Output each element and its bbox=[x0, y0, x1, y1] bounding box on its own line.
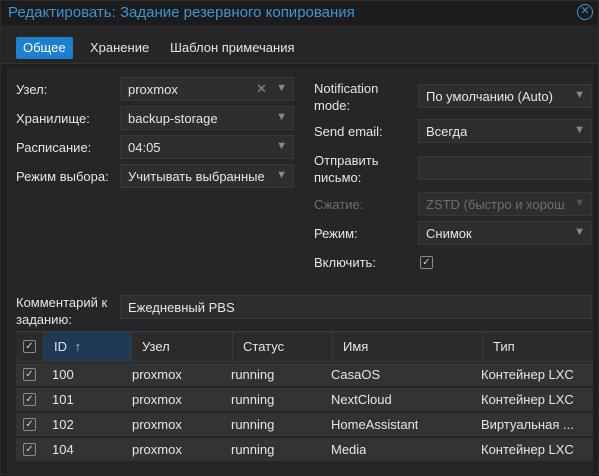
table-row[interactable]: ✓ 104 proxmox running Media Контейнер LX… bbox=[16, 438, 593, 462]
storage-label: Хранилище: bbox=[16, 111, 90, 126]
column-id-label: ID bbox=[54, 339, 67, 354]
row-checkbox[interactable]: ✓ bbox=[23, 443, 36, 456]
sort-asc-icon: ↑ bbox=[74, 339, 82, 354]
select-all-cell: ✓ bbox=[16, 332, 44, 361]
chevron-down-icon[interactable]: ▼ bbox=[276, 169, 287, 181]
row-id: 104 bbox=[52, 442, 74, 457]
close-icon[interactable]: ✕ bbox=[577, 4, 593, 20]
guest-grid: ✓ ID ↑ Узел Статус Имя Тип ✓ 100 proxmox… bbox=[16, 331, 593, 476]
send-email-value: Всегда bbox=[426, 124, 468, 139]
row-status: running bbox=[231, 442, 275, 457]
notification-mode-combo[interactable]: По умолчанию (Auto) ▼ bbox=[418, 84, 592, 108]
selection-mode-combo[interactable]: Учитывать выбранные ▼ bbox=[120, 164, 294, 188]
comment-label: Комментарий к заданию: bbox=[16, 295, 108, 327]
clear-x-icon[interactable]: ✕ bbox=[256, 81, 267, 97]
mode-label: Режим: bbox=[314, 226, 358, 241]
row-id: 102 bbox=[52, 417, 74, 432]
backup-job-dialog: Редактировать: Задание резервного копиро… bbox=[0, 0, 599, 476]
select-all-checkbox[interactable]: ✓ bbox=[23, 340, 36, 353]
chevron-down-icon[interactable]: ▼ bbox=[276, 140, 287, 152]
table-row[interactable]: ✓ 100 proxmox running CasaOS Контейнер L… bbox=[16, 363, 593, 387]
comment-value: Ежедневный PBS bbox=[128, 300, 235, 315]
compression-value: ZSTD (быстро и хорош bbox=[426, 197, 565, 212]
schedule-combo[interactable]: 04:05 ▼ bbox=[120, 135, 294, 159]
row-id: 100 bbox=[52, 367, 74, 382]
row-node: proxmox bbox=[132, 392, 182, 407]
node-label: Узел: bbox=[16, 82, 48, 97]
storage-combo[interactable]: backup-storage ▼ bbox=[120, 106, 294, 130]
node-value: proxmox bbox=[128, 82, 178, 97]
comment-input[interactable]: Ежедневный PBS bbox=[120, 295, 592, 319]
enable-label: Включить: bbox=[314, 255, 376, 270]
row-id: 101 bbox=[52, 392, 74, 407]
tab-retention[interactable]: Хранение bbox=[83, 37, 156, 59]
row-type: Контейнер LXC bbox=[481, 367, 574, 382]
mode-combo[interactable]: Снимок ▼ bbox=[418, 221, 592, 245]
selection-mode-value: Учитывать выбранные bbox=[128, 169, 265, 184]
row-node: proxmox bbox=[132, 367, 182, 382]
node-combo[interactable]: proxmox ✕ ▼ bbox=[120, 77, 294, 101]
row-name: CasaOS bbox=[331, 367, 381, 382]
row-type: Контейнер LXC bbox=[481, 442, 574, 457]
chevron-down-icon[interactable]: ▼ bbox=[276, 82, 287, 94]
column-header-status[interactable]: Статус bbox=[233, 332, 333, 361]
row-checkbox[interactable]: ✓ bbox=[23, 368, 36, 381]
tab-note-template[interactable]: Шаблон примечания bbox=[163, 37, 302, 59]
column-header-node[interactable]: Узел bbox=[132, 332, 233, 361]
row-status: running bbox=[231, 392, 275, 407]
tab-bar: Общее Хранение Шаблон примечания bbox=[1, 25, 598, 64]
enable-checkbox[interactable]: ✓ bbox=[420, 256, 433, 269]
row-name: Media bbox=[331, 442, 367, 457]
compression-label: Сжатие: bbox=[314, 197, 364, 212]
storage-value: backup-storage bbox=[128, 111, 218, 126]
dialog-title: Редактировать: Задание резервного копиро… bbox=[8, 4, 355, 21]
chevron-down-icon: ▼ bbox=[574, 197, 585, 209]
compression-combo: ZSTD (быстро и хорош ▼ bbox=[418, 192, 592, 216]
schedule-label: Расписание: bbox=[16, 140, 92, 155]
row-node: proxmox bbox=[132, 442, 182, 457]
chevron-down-icon[interactable]: ▼ bbox=[276, 111, 287, 123]
send-to-label: Отправить письмо: bbox=[314, 153, 379, 185]
table-row[interactable]: ✓ 102 proxmox running HomeAssistant Вирт… bbox=[16, 413, 593, 437]
row-name: NextCloud bbox=[331, 392, 392, 407]
selection-mode-label: Режим выбора: bbox=[16, 169, 109, 184]
row-status: running bbox=[231, 367, 275, 382]
mode-value: Снимок bbox=[426, 226, 472, 241]
notification-mode-label: Notification mode: bbox=[314, 81, 379, 113]
row-node: proxmox bbox=[132, 417, 182, 432]
row-type: Контейнер LXC bbox=[481, 392, 574, 407]
dialog-titlebar: Редактировать: Задание резервного копиро… bbox=[1, 1, 598, 25]
schedule-value: 04:05 bbox=[128, 140, 161, 155]
column-header-name[interactable]: Имя bbox=[333, 332, 483, 361]
column-header-type[interactable]: Тип bbox=[483, 332, 593, 361]
tab-general[interactable]: Общее bbox=[16, 37, 73, 59]
chevron-down-icon[interactable]: ▼ bbox=[574, 226, 585, 238]
row-checkbox[interactable]: ✓ bbox=[23, 393, 36, 406]
chevron-down-icon[interactable]: ▼ bbox=[574, 89, 585, 101]
column-header-id[interactable]: ID ↑ bbox=[44, 332, 132, 361]
table-row[interactable]: ✓ 101 proxmox running NextCloud Контейне… bbox=[16, 388, 593, 412]
chevron-down-icon[interactable]: ▼ bbox=[574, 124, 585, 136]
row-type: Виртуальная ... bbox=[481, 417, 574, 432]
send-email-combo[interactable]: Всегда ▼ bbox=[418, 119, 592, 143]
grid-header: ✓ ID ↑ Узел Статус Имя Тип bbox=[16, 331, 593, 362]
row-name: HomeAssistant bbox=[331, 417, 419, 432]
send-email-label: Send email: bbox=[314, 124, 383, 139]
row-checkbox[interactable]: ✓ bbox=[23, 418, 36, 431]
notification-mode-value: По умолчанию (Auto) bbox=[426, 89, 553, 104]
row-status: running bbox=[231, 417, 275, 432]
send-to-input[interactable] bbox=[418, 156, 592, 180]
